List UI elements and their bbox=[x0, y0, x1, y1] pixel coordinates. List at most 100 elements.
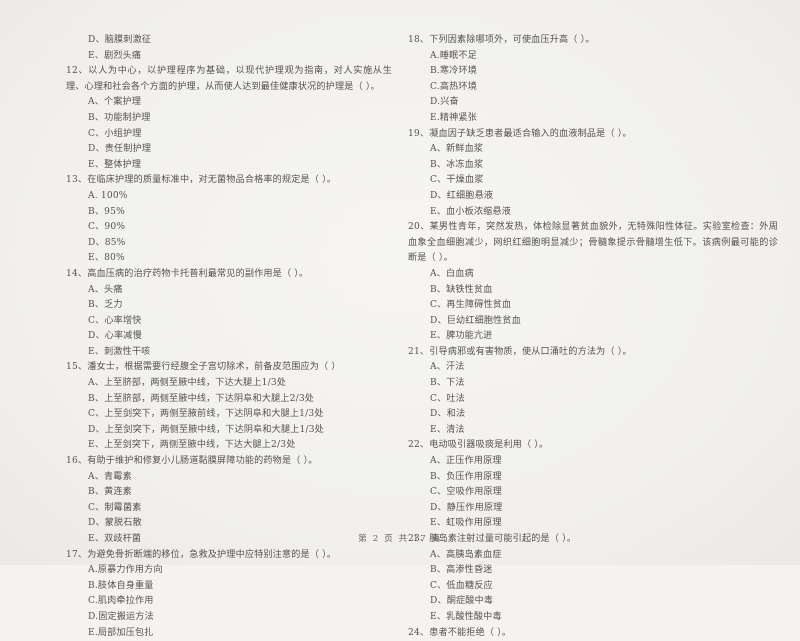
option-item: E、乳酸性酸中毒 bbox=[430, 611, 502, 622]
question-15: 15、潘女士，根据需要行经腹全子宫切除术，前备皮范围应为（ ） A、上至脐部，两… bbox=[66, 360, 392, 454]
question-13: 13、在临床护理的质量标准中，对无菌物品合格率的规定是（ ）。 A. 100% … bbox=[66, 173, 392, 267]
question-stem: 20、某男性青年，突然发热，体检除显著贫血貌外，无特殊阳性体征。实验室检查：外周… bbox=[408, 222, 778, 264]
option-item: A. 100% bbox=[88, 190, 128, 201]
option-item: B、负压作用原理 bbox=[430, 471, 502, 482]
option-item: B、95% bbox=[88, 206, 125, 217]
option-item: B、上至脐部，两侧至腋中线，下达阴阜和大腿上2/3处 bbox=[88, 393, 315, 404]
question-options: A、正压作用原理 B、负压作用原理 C、空吸作用原理 D、静压作用原理 E、虹吸… bbox=[408, 454, 778, 532]
option-item: E、刺激性干咳 bbox=[88, 346, 151, 357]
option-item: E、血小板浓缩悬液 bbox=[430, 206, 512, 217]
option-item: C、90% bbox=[88, 222, 126, 233]
page-footer: 第 2 页 共 17 页 bbox=[0, 526, 800, 545]
option-item: A、头痛 bbox=[88, 284, 123, 295]
option-item: D、静压作用原理 bbox=[430, 502, 503, 513]
question-stem: 22、电动吸引器吸痰是利用（ ）。 bbox=[408, 440, 549, 451]
question-stem: 13、在临床护理的质量标准中，对无菌物品合格率的规定是（ ）。 bbox=[66, 175, 337, 186]
question-options: A、新鲜血浆 B、冰冻血浆 C、干燥血浆 D、红细胞悬液 E、血小板浓缩悬液 bbox=[408, 142, 778, 220]
question-stem: 19、凝血因子缺乏患者最适合输入的血液制品是（ ）。 bbox=[408, 128, 632, 139]
question-options: A、头痛 B、乏力 C、心率增快 D、心率减慢 E、刺激性干咳 bbox=[66, 283, 392, 361]
option-item: C、干燥血浆 bbox=[430, 175, 484, 186]
question-options: A、汗法 B、下法 C、吐法 D、和法 E、清法 bbox=[408, 360, 778, 438]
option-item: A、新鲜血浆 bbox=[430, 144, 484, 155]
question-options: A.原暴力作用方向 B.肢体自身重量 C.肌肉牵拉作用 D.固定搬运方法 E.局… bbox=[66, 563, 392, 641]
question-14: 14、高血压病的治疗药物卡托普利最常见的副作用是（ ）。 A、头痛 B、乏力 C… bbox=[66, 267, 392, 361]
question-20: 20、某男性青年，突然发热，体检除显著贫血貌外，无特殊阳性体征。实验室检查：外周… bbox=[408, 220, 778, 345]
page-number-label: 第 2 页 共 17 页 bbox=[358, 534, 442, 544]
question-19: 19、凝血因子缺乏患者最适合输入的血液制品是（ ）。 A、新鲜血浆 B、冰冻血浆… bbox=[408, 127, 778, 221]
left-column: D、脑膜刺激征 E、剧烈头痛 12、以人为中心，以护理程序为基础，以现代护理观为… bbox=[0, 0, 396, 638]
option-item: C、空吸作用原理 bbox=[430, 487, 503, 498]
question-stem: 17、为避免骨折断端的移位，急救及护理中应特别注意的是（ ）。 bbox=[66, 549, 337, 560]
question-18: 18、下列因素除哪项外，可使血压升高（ ）。 A.睡眠不足 B.寒冷环境 C.高… bbox=[408, 33, 778, 127]
option-item: D.兴奋 bbox=[430, 97, 459, 108]
question-22: 22、电动吸引器吸痰是利用（ ）。 A、正压作用原理 B、负压作用原理 C、空吸… bbox=[408, 438, 778, 532]
option-item: B.肢体自身重量 bbox=[88, 580, 154, 591]
question-24: 24、患者不能拒绝（ ）。 bbox=[408, 626, 778, 641]
option-item: D、红细胞悬液 bbox=[430, 190, 494, 201]
option-item: C.高热环境 bbox=[430, 81, 477, 92]
option-item: C.肌肉牵拉作用 bbox=[88, 596, 154, 607]
option-item: C、小组护理 bbox=[88, 128, 142, 139]
question-stem: 15、潘女士，根据需要行经腹全子宫切除术，前备皮范围应为（ ） bbox=[66, 362, 341, 373]
page-columns: D、脑膜刺激征 E、剧烈头痛 12、以人为中心，以护理程序为基础，以现代护理观为… bbox=[0, 0, 800, 638]
right-column: 18、下列因素除哪项外，可使血压升高（ ）。 A.睡眠不足 B.寒冷环境 C.高… bbox=[396, 0, 800, 638]
option-item: A、上至脐部，两侧至腋中线，下达大腿上1/3处 bbox=[88, 378, 287, 389]
option-item: D、心率减慢 bbox=[88, 331, 142, 342]
question-stem: 14、高血压病的治疗药物卡托普利最常见的副作用是（ ）。 bbox=[66, 268, 309, 279]
option-item: D、和法 bbox=[430, 409, 466, 420]
option-item: A、高胰岛素血症 bbox=[430, 549, 502, 560]
option-item: C、制霉菌素 bbox=[88, 502, 142, 513]
question-options: A、高胰岛素血症 B、高渗性昏迷 C、低血糖反应 D、酮症酸中毒 E、乳酸性酸中… bbox=[408, 548, 778, 626]
option-item: C、心率增快 bbox=[88, 315, 142, 326]
option-item: E、剧烈头痛 bbox=[88, 50, 142, 61]
question-options: A.睡眠不足 B.寒冷环境 C.高热环境 D.兴奋 E.精神紧张 bbox=[408, 49, 778, 127]
option-item: D、上至剑突下，两侧至腋中线，下达阴阜和大腿上1/3处 bbox=[88, 424, 324, 435]
option-item: C、低血糖反应 bbox=[430, 580, 493, 591]
question-stem: 21、引导病邪或有害物质，使从口涌吐的方法为（ ）。 bbox=[408, 346, 632, 357]
option-item: E.精神紧张 bbox=[430, 112, 477, 123]
option-item: B、功能制护理 bbox=[88, 112, 151, 123]
option-item: A、汗法 bbox=[430, 362, 465, 373]
option-item: E、清法 bbox=[430, 424, 465, 435]
question-options: A. 100% B、95% C、90% D、85% E、80% bbox=[66, 189, 392, 267]
option-item: E、上至剑突下，两侧至腋中线，下达大腿上2/3处 bbox=[88, 440, 296, 451]
option-item: E.局部加压包扎 bbox=[88, 627, 154, 638]
option-item: A.原暴力作用方向 bbox=[88, 565, 163, 576]
carryover-options-list: D、脑膜刺激征 E、剧烈头痛 bbox=[66, 33, 392, 64]
option-item: E、脾功能亢进 bbox=[430, 331, 493, 342]
question-stem: 12、以人为中心，以护理程序为基础，以现代护理观为指南，对人实施从生理、心理和社… bbox=[66, 66, 392, 92]
option-item: C、上至剑突下，两侧至腋前线，下达阴阜和大腿上1/3处 bbox=[88, 409, 324, 420]
option-item: D、巨幼红细胞性贫血 bbox=[430, 315, 521, 326]
option-item: C、吐法 bbox=[430, 393, 465, 404]
question-stem: 24、患者不能拒绝（ ）。 bbox=[408, 627, 512, 638]
option-item: B、冰冻血浆 bbox=[430, 159, 484, 170]
question-options: A、上至脐部，两侧至腋中线，下达大腿上1/3处 B、上至脐部，两侧至腋中线，下达… bbox=[66, 376, 392, 454]
question-options: A、白血病 B、缺铁性贫血 C、再生障碍性贫血 D、巨幼红细胞性贫血 E、脾功能… bbox=[408, 267, 778, 345]
question-options: A、个案护理 B、功能制护理 C、小组护理 D、责任制护理 E、整体护理 bbox=[66, 95, 392, 173]
option-item: A.睡眠不足 bbox=[430, 50, 477, 61]
option-item: B、高渗性昏迷 bbox=[430, 565, 493, 576]
option-item: E、整体护理 bbox=[88, 159, 142, 170]
option-item: B、乏力 bbox=[88, 300, 123, 311]
option-item: A、个案护理 bbox=[88, 97, 142, 108]
question-21: 21、引导病邪或有害物质，使从口涌吐的方法为（ ）。 A、汗法 B、下法 C、吐… bbox=[408, 345, 778, 439]
question-stem: 18、下列因素除哪项外，可使血压升高（ ）。 bbox=[408, 35, 595, 45]
option-item: E、80% bbox=[88, 253, 125, 264]
option-item: D、脑膜刺激征 bbox=[88, 35, 152, 45]
option-item: A、白血病 bbox=[430, 268, 474, 279]
question-17: 17、为避免骨折断端的移位，急救及护理中应特别注意的是（ ）。 A.原暴力作用方… bbox=[66, 548, 392, 641]
option-item: B.寒冷环境 bbox=[430, 66, 478, 77]
option-item: B、黄连素 bbox=[88, 487, 132, 498]
option-item: B、下法 bbox=[430, 378, 465, 389]
option-item: D.固定搬运方法 bbox=[88, 611, 154, 622]
option-item: A、青霉素 bbox=[88, 471, 132, 482]
option-item: D、责任制护理 bbox=[88, 144, 152, 155]
question-12: 12、以人为中心，以护理程序为基础，以现代护理观为指南，对人实施从生理、心理和社… bbox=[66, 64, 392, 173]
option-item: D、酮症酸中毒 bbox=[430, 596, 494, 607]
option-item: D、85% bbox=[88, 237, 126, 248]
question-stem: 16、有助于维护和修复小儿肠道黏膜屏障功能的药物是（ ）。 bbox=[66, 456, 318, 467]
option-item: A、正压作用原理 bbox=[430, 456, 502, 467]
option-item: C、再生障碍性贫血 bbox=[430, 300, 512, 311]
option-item: B、缺铁性贫血 bbox=[430, 284, 493, 295]
question-23: 23、胰岛素注射过量可能引起的是（ ）。 A、高胰岛素血症 B、高渗性昏迷 C、… bbox=[408, 532, 778, 626]
